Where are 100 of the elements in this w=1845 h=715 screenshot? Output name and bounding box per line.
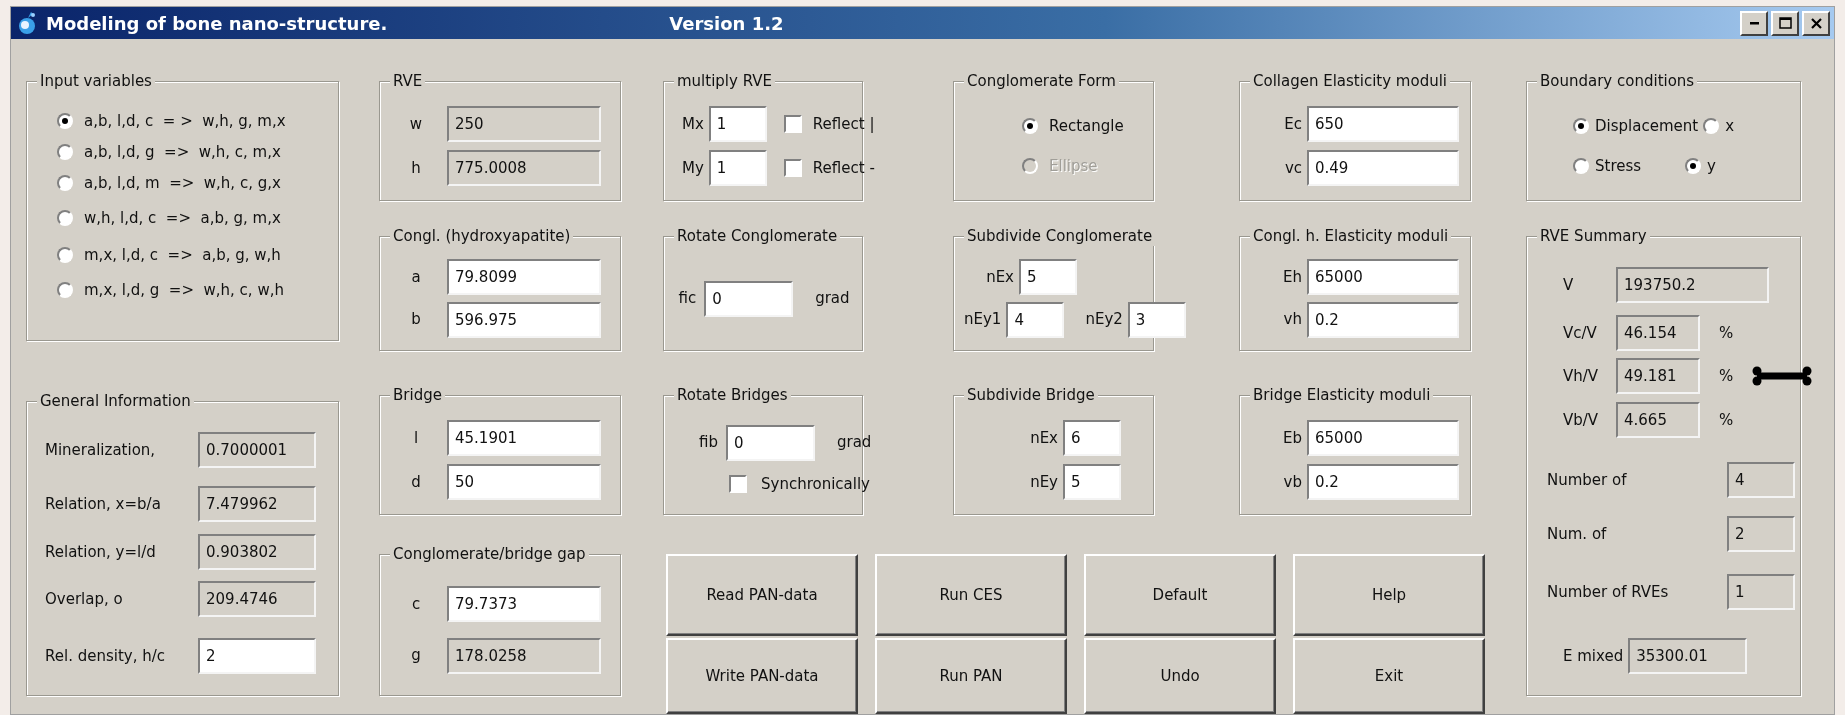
checkbox[interactable] bbox=[729, 475, 747, 494]
radio-label[interactable]: a,b, l,d, g => w,h, c, m,x bbox=[84, 140, 281, 164]
radio-label[interactable]: m,x, l,d, c => a,b, g, w,h bbox=[84, 243, 281, 267]
input-field[interactable]: 0.903802 bbox=[198, 534, 316, 570]
input-field[interactable]: 4 bbox=[1727, 462, 1795, 498]
input-field[interactable]: 1 bbox=[708, 106, 767, 142]
field-label: Num. of bbox=[1547, 523, 1608, 545]
field-label: Rel. density, h/c bbox=[45, 645, 167, 667]
field-label: nEy bbox=[1029, 471, 1058, 493]
input-field[interactable]: 0.7000001 bbox=[198, 432, 316, 468]
action-button[interactable]: Help bbox=[1293, 554, 1485, 636]
input-field[interactable]: 6 bbox=[1063, 420, 1121, 456]
input-field[interactable]: 0 bbox=[704, 280, 794, 317]
field-label: Ec bbox=[1283, 113, 1302, 135]
input-field[interactable]: 5 bbox=[1019, 259, 1077, 296]
field-label: h bbox=[410, 157, 422, 179]
input-field[interactable]: 1 bbox=[708, 150, 767, 186]
radio-label[interactable]: Rectangle bbox=[1049, 115, 1124, 138]
checkbox-label[interactable]: Reflect | bbox=[812, 112, 875, 136]
field-label: vh bbox=[1282, 309, 1302, 331]
close-button[interactable] bbox=[1802, 10, 1830, 36]
close-icon bbox=[1808, 15, 1824, 31]
input-field[interactable]: 65000 bbox=[1307, 420, 1459, 456]
input-field[interactable]: 596.975 bbox=[447, 301, 601, 338]
field-label: E mixed bbox=[1563, 645, 1624, 667]
field-label: nEy2 bbox=[1085, 309, 1123, 331]
maximize-button[interactable] bbox=[1771, 10, 1799, 36]
input-field[interactable]: 0.2 bbox=[1307, 464, 1459, 500]
input-field[interactable]: 193750.2 bbox=[1616, 267, 1769, 303]
input-field[interactable]: 0.2 bbox=[1307, 301, 1459, 338]
group-title: Collagen Elasticity moduli bbox=[1250, 71, 1450, 91]
action-button[interactable]: Default bbox=[1084, 554, 1276, 636]
radio-label[interactable]: a,b, l,d, c = > w,h, g, m,x bbox=[84, 109, 286, 133]
input-field[interactable]: 35300.01 bbox=[1628, 638, 1748, 674]
input-field[interactable]: 250 bbox=[447, 106, 601, 142]
unit-label: grad bbox=[815, 288, 850, 310]
input-field[interactable]: 2 bbox=[1727, 516, 1795, 552]
radio-button[interactable] bbox=[57, 210, 73, 226]
field-label: nEx bbox=[1029, 427, 1058, 449]
group-title: multiply RVE bbox=[674, 71, 775, 91]
checkbox-label[interactable]: Synchronically bbox=[761, 473, 870, 496]
radio-button[interactable] bbox=[1573, 157, 1589, 174]
input-field[interactable]: 45.1901 bbox=[447, 420, 601, 456]
action-button[interactable]: Run PAN bbox=[875, 638, 1067, 714]
input-field[interactable]: 209.4746 bbox=[198, 581, 316, 617]
minimize-button[interactable] bbox=[1740, 10, 1768, 36]
field-label: l bbox=[412, 427, 420, 449]
input-field[interactable]: 0.49 bbox=[1307, 150, 1459, 186]
version-label: Version 1.2 bbox=[669, 11, 784, 36]
input-field[interactable]: 65000 bbox=[1307, 259, 1459, 296]
field-label: Vh/V bbox=[1563, 365, 1600, 387]
checkbox[interactable] bbox=[783, 159, 802, 177]
input-field[interactable]: 178.0258 bbox=[447, 637, 601, 674]
radio-label[interactable]: x bbox=[1725, 115, 1734, 138]
radio-button[interactable] bbox=[57, 175, 73, 191]
field-label: a bbox=[410, 267, 422, 289]
action-button[interactable]: Undo bbox=[1084, 638, 1276, 714]
radio-label[interactable]: m,x, l,d, g => w,h, c, w,h bbox=[84, 278, 284, 302]
group-title: Congl. (hydroxyapatite) bbox=[390, 226, 574, 246]
input-field[interactable]: 50 bbox=[447, 464, 601, 500]
radio-label[interactable]: a,b, l,d, m => w,h, c, g,x bbox=[84, 171, 281, 195]
input-field[interactable]: 7.479962 bbox=[198, 486, 316, 522]
app-icon bbox=[16, 11, 38, 35]
action-button[interactable]: Exit bbox=[1293, 638, 1485, 714]
checkbox[interactable] bbox=[783, 115, 802, 133]
radio-button[interactable] bbox=[1703, 118, 1720, 135]
input-field[interactable]: 5 bbox=[1063, 464, 1121, 500]
radio-button[interactable] bbox=[57, 113, 73, 129]
input-field[interactable]: 4.665 bbox=[1616, 402, 1700, 438]
input-field[interactable]: 1 bbox=[1727, 574, 1795, 610]
field-label: Eb bbox=[1282, 427, 1302, 449]
radio-label[interactable]: Stress bbox=[1595, 154, 1642, 177]
radio-button[interactable] bbox=[57, 247, 73, 263]
input-field[interactable]: 79.7373 bbox=[447, 586, 601, 623]
input-field[interactable]: 46.154 bbox=[1616, 315, 1700, 351]
action-button[interactable]: Read PAN-data bbox=[666, 554, 858, 636]
radio-label[interactable]: y bbox=[1707, 154, 1716, 177]
radio-label[interactable]: w,h, l,d, c => a,b, g, m,x bbox=[84, 206, 281, 230]
input-field[interactable]: 2 bbox=[198, 638, 316, 674]
input-field[interactable]: 0 bbox=[726, 424, 815, 461]
input-field[interactable]: 650 bbox=[1307, 106, 1459, 142]
radio-button[interactable] bbox=[1685, 157, 1701, 174]
radio-button[interactable] bbox=[57, 282, 73, 298]
group-title: Subdivide Bridge bbox=[964, 385, 1098, 405]
group-title: RVE Summary bbox=[1537, 226, 1650, 246]
radio-button[interactable] bbox=[1022, 118, 1038, 135]
radio-label[interactable]: Displacement bbox=[1595, 115, 1699, 138]
group-title: Congl. h. Elasticity moduli bbox=[1250, 226, 1452, 246]
action-button[interactable]: Write PAN-data bbox=[666, 638, 858, 714]
field-label: g bbox=[410, 645, 422, 667]
radio-button[interactable] bbox=[57, 144, 73, 160]
radio-button[interactable] bbox=[1573, 118, 1589, 135]
group-title: Conglomerate Form bbox=[964, 71, 1119, 91]
input-field[interactable]: 4 bbox=[1006, 301, 1065, 338]
input-field[interactable]: 49.181 bbox=[1616, 358, 1700, 394]
checkbox-label[interactable]: Reflect - bbox=[812, 156, 875, 180]
action-button[interactable]: Run CES bbox=[875, 554, 1067, 636]
input-field[interactable]: 775.0008 bbox=[447, 150, 601, 186]
input-field[interactable]: 79.8099 bbox=[447, 259, 601, 296]
input-field[interactable]: 3 bbox=[1127, 301, 1186, 338]
